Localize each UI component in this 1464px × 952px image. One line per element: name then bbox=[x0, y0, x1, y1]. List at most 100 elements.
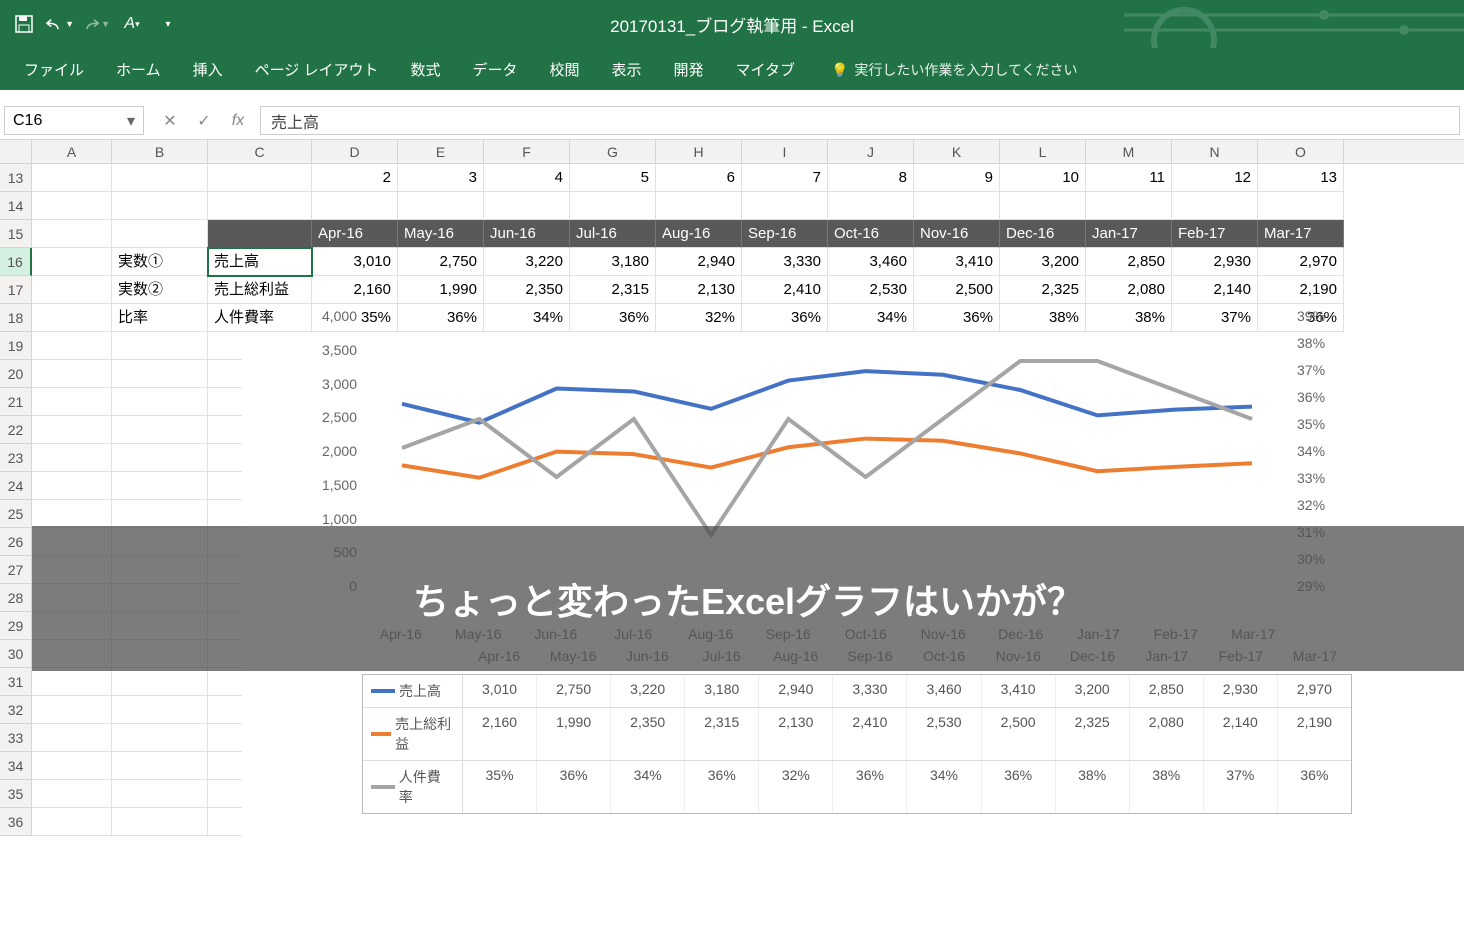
row-header[interactable]: 30 bbox=[0, 640, 32, 668]
cell[interactable] bbox=[32, 696, 112, 724]
cell[interactable]: 2,530 bbox=[828, 276, 914, 304]
cell[interactable]: 売上総利益 bbox=[208, 276, 312, 304]
font-clear-icon[interactable]: A▾ bbox=[118, 10, 146, 38]
cell[interactable]: 比率 bbox=[112, 304, 208, 332]
cell[interactable] bbox=[32, 472, 112, 500]
cell[interactable]: Nov-16 bbox=[914, 220, 1000, 248]
cell[interactable]: 2,325 bbox=[1000, 276, 1086, 304]
cell[interactable]: Dec-16 bbox=[1000, 220, 1086, 248]
cancel-icon[interactable]: ✕ bbox=[158, 111, 182, 131]
cell[interactable]: 2,930 bbox=[1172, 248, 1258, 276]
cell[interactable] bbox=[1086, 192, 1172, 220]
tell-me-box[interactable]: 💡 実行したい作業を入力してください bbox=[831, 60, 1078, 90]
cell[interactable]: 38% bbox=[1000, 304, 1086, 332]
row-header[interactable]: 16 bbox=[0, 248, 32, 276]
row-header[interactable]: 24 bbox=[0, 472, 32, 500]
cell[interactable]: 36% bbox=[398, 304, 484, 332]
col-header[interactable]: N bbox=[1172, 140, 1258, 163]
col-header[interactable]: F bbox=[484, 140, 570, 163]
col-header[interactable]: M bbox=[1086, 140, 1172, 163]
cell[interactable]: 34% bbox=[484, 304, 570, 332]
cell[interactable] bbox=[1172, 192, 1258, 220]
tab-review[interactable]: 校閲 bbox=[534, 49, 596, 90]
tab-insert[interactable]: 挿入 bbox=[177, 49, 239, 90]
col-header[interactable]: B bbox=[112, 140, 208, 163]
qat-customize-icon[interactable]: ▾ bbox=[154, 10, 182, 38]
dropdown-icon[interactable]: ▾ bbox=[311, 252, 312, 272]
cell[interactable]: 3,460 bbox=[828, 248, 914, 276]
cell[interactable]: 2,940 bbox=[656, 248, 742, 276]
row-header[interactable]: 14 bbox=[0, 192, 32, 220]
cell[interactable]: 2,190 bbox=[1258, 276, 1344, 304]
cell[interactable] bbox=[112, 724, 208, 752]
row-header[interactable]: 28 bbox=[0, 584, 32, 612]
cell[interactable]: 3 bbox=[398, 164, 484, 192]
cell[interactable]: 3,010 bbox=[312, 248, 398, 276]
cell[interactable]: Aug-16 bbox=[656, 220, 742, 248]
cell[interactable] bbox=[32, 360, 112, 388]
cell[interactable]: Apr-16 bbox=[312, 220, 398, 248]
cell[interactable]: 1,990 bbox=[398, 276, 484, 304]
cell[interactable]: 38% bbox=[1086, 304, 1172, 332]
row-header[interactable]: 19 bbox=[0, 332, 32, 360]
cell[interactable] bbox=[32, 220, 112, 248]
cell[interactable] bbox=[112, 388, 208, 416]
cell[interactable]: Jul-16 bbox=[570, 220, 656, 248]
cell[interactable]: 2,160 bbox=[312, 276, 398, 304]
cell[interactable]: 実数① bbox=[112, 248, 208, 276]
cell[interactable] bbox=[1000, 192, 1086, 220]
cell[interactable]: 2,970 bbox=[1258, 248, 1344, 276]
cell[interactable] bbox=[32, 444, 112, 472]
cell[interactable]: 4 bbox=[484, 164, 570, 192]
cell[interactable] bbox=[112, 416, 208, 444]
cell[interactable] bbox=[208, 164, 312, 192]
select-all-corner[interactable] bbox=[0, 140, 32, 163]
cell[interactable] bbox=[112, 752, 208, 780]
cell[interactable] bbox=[656, 192, 742, 220]
cell[interactable]: 37% bbox=[1172, 304, 1258, 332]
cell[interactable]: 2,130 bbox=[656, 276, 742, 304]
col-header[interactable]: H bbox=[656, 140, 742, 163]
fx-icon[interactable]: fx bbox=[226, 112, 250, 130]
col-header[interactable]: O bbox=[1258, 140, 1344, 163]
cell[interactable] bbox=[112, 220, 208, 248]
cell[interactable]: 10 bbox=[1000, 164, 1086, 192]
cell[interactable]: Feb-17 bbox=[1172, 220, 1258, 248]
cell[interactable] bbox=[32, 500, 112, 528]
row-header[interactable]: 36 bbox=[0, 808, 32, 836]
cell[interactable]: 5 bbox=[570, 164, 656, 192]
cell[interactable] bbox=[312, 192, 398, 220]
cell[interactable]: 3,410 bbox=[914, 248, 1000, 276]
col-header[interactable]: D bbox=[312, 140, 398, 163]
tab-formulas[interactable]: 数式 bbox=[394, 49, 456, 90]
row-header[interactable]: 26 bbox=[0, 528, 32, 556]
cell[interactable]: 売上高▾ bbox=[208, 248, 312, 276]
row-header[interactable]: 17 bbox=[0, 276, 32, 304]
cell[interactable]: 12 bbox=[1172, 164, 1258, 192]
row-header[interactable]: 23 bbox=[0, 444, 32, 472]
cell[interactable] bbox=[32, 752, 112, 780]
cell[interactable]: 2,140 bbox=[1172, 276, 1258, 304]
cell[interactable] bbox=[32, 780, 112, 808]
cells-area[interactable]: 2345678910111213 Apr-16May-16Jun-16Jul-1… bbox=[32, 164, 1464, 836]
cell[interactable]: 人件費率 bbox=[208, 304, 312, 332]
cell[interactable] bbox=[112, 808, 208, 836]
enter-icon[interactable]: ✓ bbox=[192, 111, 216, 131]
cell[interactable]: 9 bbox=[914, 164, 1000, 192]
cell[interactable]: 3,200 bbox=[1000, 248, 1086, 276]
cell[interactable]: 3,180 bbox=[570, 248, 656, 276]
cell[interactable]: Oct-16 bbox=[828, 220, 914, 248]
cell[interactable] bbox=[1258, 192, 1344, 220]
cell[interactable] bbox=[112, 164, 208, 192]
cell[interactable]: 2,315 bbox=[570, 276, 656, 304]
row-header[interactable]: 32 bbox=[0, 696, 32, 724]
cell[interactable]: 2,850 bbox=[1086, 248, 1172, 276]
cell[interactable] bbox=[32, 388, 112, 416]
tab-developer[interactable]: 開発 bbox=[658, 49, 720, 90]
cell[interactable] bbox=[32, 724, 112, 752]
row-header[interactable]: 27 bbox=[0, 556, 32, 584]
row-header[interactable]: 20 bbox=[0, 360, 32, 388]
col-header[interactable]: I bbox=[742, 140, 828, 163]
cell[interactable] bbox=[32, 416, 112, 444]
row-header[interactable]: 25 bbox=[0, 500, 32, 528]
